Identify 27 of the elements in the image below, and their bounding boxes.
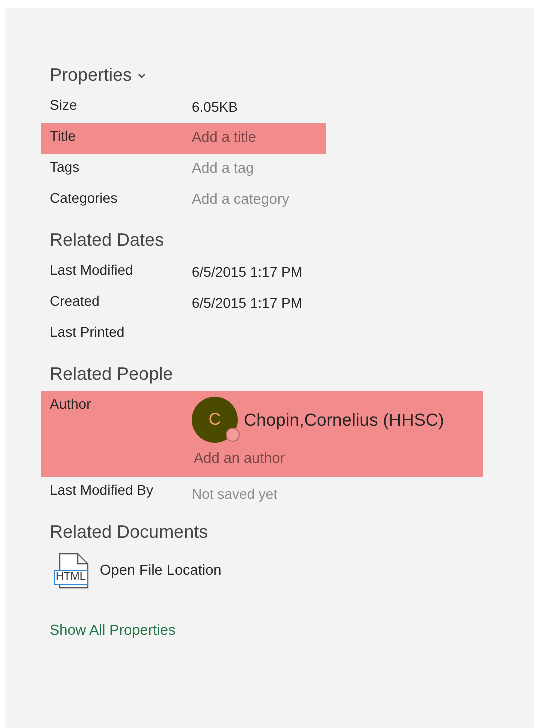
input-field[interactable]: Add a title — [192, 130, 322, 146]
property-label: Last Modified — [50, 261, 134, 278]
property-label: Last Printed — [50, 323, 126, 340]
property-label: Categories — [50, 189, 119, 206]
input-field[interactable]: Add a category — [192, 192, 322, 208]
property-value: 6.05KB — [192, 98, 238, 115]
section-heading: Related Dates — [50, 230, 164, 251]
avatar: C — [192, 397, 238, 443]
property-label: Created — [50, 292, 101, 309]
property-label: Tags — [50, 158, 81, 175]
property-label: Author — [50, 395, 92, 412]
property-value: 6/5/2015 1:17 PM — [192, 263, 303, 280]
input-field[interactable]: Add an author — [194, 451, 334, 467]
open-file-location-link[interactable]: Open File Location — [100, 563, 222, 579]
chevron-down-icon[interactable] — [138, 72, 146, 78]
property-label: Title — [50, 127, 77, 144]
section-heading: Properties — [50, 65, 132, 86]
input-field[interactable]: Add a tag — [192, 161, 322, 177]
property-label: Size — [50, 96, 78, 113]
author-name: Chopin,Cornelius (HHSC) — [244, 410, 444, 430]
section-heading: Related Documents — [50, 522, 208, 543]
section-heading: Related People — [50, 364, 174, 385]
property-value: Not saved yet — [192, 485, 278, 502]
property-value: 6/5/2015 1:17 PM — [192, 294, 303, 311]
property-label: Last Modified By — [50, 481, 154, 498]
show-all-properties-link[interactable]: Show All Properties — [50, 623, 176, 639]
status-icon — [226, 428, 240, 442]
